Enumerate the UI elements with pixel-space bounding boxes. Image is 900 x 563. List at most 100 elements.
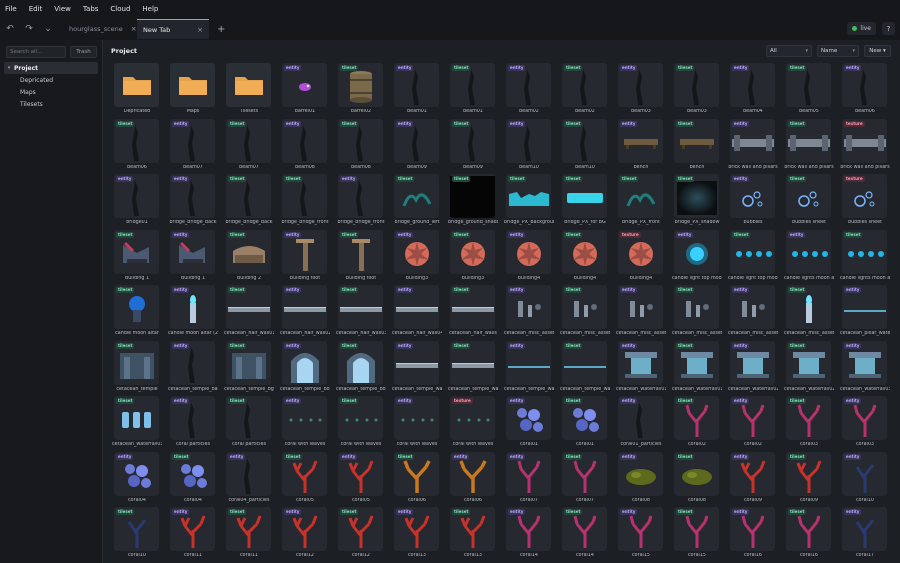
asset-item[interactable]: tileset cetacean_half_walls <box>448 285 500 336</box>
asset-item[interactable]: entity bubbles <box>728 174 780 225</box>
asset-item[interactable]: tileset Building 2 <box>224 229 276 281</box>
asset-item[interactable]: tileset coral10 <box>112 507 164 558</box>
asset-item[interactable]: tileset candle lights moon altar <box>840 229 892 281</box>
asset-item[interactable]: entity cetacean_temple_bac... <box>168 340 220 392</box>
asset-item[interactable]: entity coral with leaves <box>392 396 444 447</box>
asset-item[interactable]: entity coral particles <box>168 396 220 447</box>
asset-item[interactable]: tileset coral08 <box>672 451 724 503</box>
asset-item[interactable]: entity coral08 <box>616 451 668 503</box>
asset-item[interactable]: entity cetacean_waterfall03 <box>840 340 892 392</box>
asset-item[interactable]: texture building4 <box>616 229 668 281</box>
sort-select[interactable]: Name ▾ <box>817 45 859 57</box>
asset-item[interactable]: tileset coral05 <box>280 451 332 503</box>
asset-item[interactable]: entity cetacean_pillar_water01 <box>840 285 892 336</box>
asset-item[interactable]: entity coral14 <box>504 507 556 558</box>
asset-item[interactable]: entity coral02 <box>728 396 780 447</box>
asset-item[interactable]: entity cetacean_misc_assets <box>504 285 556 336</box>
asset-item[interactable]: tileset bridge_PX_for BG <box>560 174 612 225</box>
asset-item[interactable]: tileset building4 <box>560 229 612 281</box>
asset-item[interactable]: entity bridge_bridge_back <box>168 174 220 225</box>
asset-item[interactable]: tileset cetacean_half_wall01 <box>224 285 276 336</box>
asset-item[interactable]: entity building3 <box>392 229 444 281</box>
search-input[interactable] <box>6 46 66 58</box>
asset-item[interactable]: tileset cetacean_temple_boss... <box>336 340 388 392</box>
asset-item[interactable]: tileset bridge_PX_shadow <box>672 174 724 225</box>
asset-item[interactable]: tileset cetacean_temple_bg <box>224 340 276 392</box>
asset-item[interactable]: entity coral17 <box>840 507 892 558</box>
asset-item[interactable]: tileset beam06 <box>112 118 164 170</box>
asset-item[interactable]: texture bubbles sheet <box>840 174 892 225</box>
asset-item[interactable]: tileset beam03 <box>672 63 724 114</box>
asset-item[interactable]: tileset coral14 <box>560 507 612 558</box>
chevron-down-icon[interactable]: ▾ <box>4 65 14 71</box>
asset-item[interactable]: tileset beam02 <box>560 63 612 114</box>
asset-item[interactable]: tileset bridge_ground_left <box>392 174 444 225</box>
asset-item[interactable]: texture coral with leaves <box>448 396 500 447</box>
asset-item[interactable]: entity cetacean_temple_boss... <box>280 340 332 392</box>
menu-help[interactable]: Help <box>142 5 158 13</box>
asset-item[interactable]: tileset candle light top moon... <box>728 229 780 281</box>
asset-item[interactable]: entity bench <box>616 118 668 170</box>
asset-item[interactable]: tileset cetacean_misc_assets <box>784 285 836 336</box>
asset-item[interactable]: tileset coral13 <box>448 507 500 558</box>
folder-item[interactable]: Maps <box>168 63 220 114</box>
asset-item[interactable]: tileset bridge_PX_front <box>616 174 668 225</box>
asset-item[interactable]: entity cetacean_waterfall01 <box>616 340 668 392</box>
asset-item[interactable]: tileset bubbles sheet <box>784 174 836 225</box>
asset-item[interactable]: tileset brick wall and pillars <box>784 118 836 170</box>
asset-item[interactable]: entity coral04 <box>112 451 164 503</box>
tab-new-tab[interactable]: New Tab × <box>137 19 209 39</box>
tree-item-project[interactable]: ▾ Project <box>4 62 98 74</box>
asset-item[interactable]: tileset barrel02 <box>336 63 388 114</box>
asset-item[interactable]: entity beam01 <box>392 63 444 114</box>
menu-edit[interactable]: Edit <box>29 5 43 13</box>
asset-item[interactable]: entity candle moon altar (2) <box>168 285 220 336</box>
asset-item[interactable]: tileset cetacean_waterfall03 <box>112 396 164 447</box>
close-icon[interactable]: × <box>197 26 203 34</box>
asset-item[interactable]: tileset coral01 <box>560 396 612 447</box>
help-button[interactable]: ? <box>882 22 895 35</box>
menu-view[interactable]: View <box>54 5 71 13</box>
add-tab-button[interactable]: + <box>217 24 225 35</box>
asset-item[interactable]: tileset coral07 <box>560 451 612 503</box>
asset-item[interactable]: tileset coral with leaves <box>336 396 388 447</box>
menu-file[interactable]: File <box>5 5 17 13</box>
asset-item[interactable]: tileset beam08 <box>336 118 388 170</box>
asset-item[interactable]: entity beam07 <box>168 118 220 170</box>
asset-item[interactable]: texture brick wall and pillars <box>840 118 892 170</box>
asset-item[interactable]: entity bridge_bridge_front <box>336 174 388 225</box>
asset-item[interactable]: entity beam06 <box>840 63 892 114</box>
asset-item[interactable]: entity candle lights moon altar <box>784 229 836 281</box>
asset-item[interactable]: entity coral03 <box>840 396 892 447</box>
menu-cloud[interactable]: Cloud <box>110 5 130 13</box>
asset-item[interactable]: entity coral06 <box>448 451 500 503</box>
asset-item[interactable]: tileset coral04 <box>168 451 220 503</box>
asset-item[interactable]: entity coral04_particles <box>224 451 276 503</box>
close-icon[interactable]: × <box>131 25 137 33</box>
asset-item[interactable]: entity cetacean_temple_water <box>392 340 444 392</box>
asset-item[interactable]: tileset coral02 <box>672 396 724 447</box>
asset-item[interactable]: tileset bridge_PX_Background <box>504 174 556 225</box>
tab-hourglass-scene[interactable]: hourglass_scene × <box>63 19 137 39</box>
asset-item[interactable]: tileset candle moon altar <box>112 285 164 336</box>
asset-item[interactable]: tileset cetacean_waterfall01 <box>672 340 724 392</box>
asset-item[interactable]: tileset building foot <box>336 229 388 281</box>
tree-item-depricated[interactable]: Depricated <box>4 74 98 86</box>
asset-item[interactable]: tileset beam10 <box>560 118 612 170</box>
asset-item[interactable]: tileset bench <box>672 118 724 170</box>
asset-item[interactable]: entity coral05 <box>336 451 388 503</box>
asset-item[interactable]: tileset bridge_bridge_front <box>280 174 332 225</box>
asset-item[interactable]: entity beam08 <box>280 118 332 170</box>
asset-item[interactable]: entity coral15 <box>616 507 668 558</box>
asset-item[interactable]: entity beam04 <box>728 63 780 114</box>
asset-item[interactable]: entity coral07 <box>504 451 556 503</box>
asset-item[interactable]: entity coral09 <box>728 451 780 503</box>
asset-item[interactable]: entity cetacean_misc_assets4 <box>728 285 780 336</box>
tree-item-tilesets[interactable]: Tilesets <box>4 98 98 110</box>
asset-item[interactable]: tileset Building 1 <box>112 229 164 281</box>
new-button[interactable]: New ▾ <box>864 45 891 57</box>
asset-item[interactable]: tileset coral03 <box>784 396 836 447</box>
asset-item[interactable]: entity coral01_particles <box>616 396 668 447</box>
asset-item[interactable]: tileset beam09 <box>448 118 500 170</box>
asset-item[interactable]: entity coral10 <box>840 451 892 503</box>
